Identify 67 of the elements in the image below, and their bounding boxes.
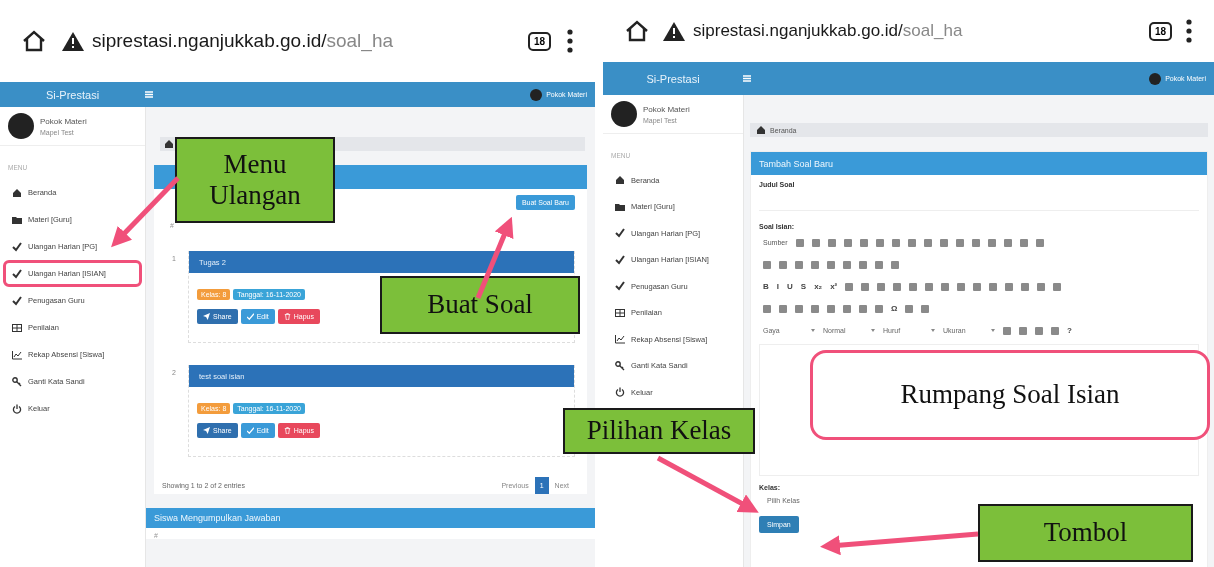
home-icon[interactable] <box>22 30 46 52</box>
more-options-icon[interactable] <box>1186 19 1192 43</box>
annotation-label: Pilihan Kelas <box>563 408 755 454</box>
editor-area[interactable] <box>759 344 1199 476</box>
check-icon <box>615 254 625 265</box>
house-icon <box>12 187 22 198</box>
user-name: Pokok Materi <box>40 116 87 126</box>
dropdown-caret-icon <box>871 329 875 332</box>
warning-icon <box>62 31 84 51</box>
folder-icon <box>615 201 625 212</box>
annotation-label: Tombol <box>978 504 1193 562</box>
toolbar-button[interactable]: x² <box>830 282 838 291</box>
power-icon <box>12 403 22 414</box>
check-icon <box>12 241 22 252</box>
dropdown-caret-icon <box>931 329 935 332</box>
app-brand: Si-Prestasi <box>45 88 100 101</box>
check-icon <box>615 281 625 292</box>
check-icon <box>12 268 22 279</box>
pointer-arrow <box>111 176 180 248</box>
menu-icon[interactable] <box>743 75 751 82</box>
table-icon <box>615 307 625 318</box>
url-text[interactable]: siprestasi.nganjukkab.go.id/soal_ha <box>693 21 963 41</box>
tab-count-button[interactable]: 18 <box>527 31 551 51</box>
trash-icon <box>283 427 291 434</box>
line-chart-icon <box>12 349 22 360</box>
line-chart-icon <box>615 334 625 345</box>
url-text[interactable]: siprestasi.nganjukkab.go.id/soal_ha <box>92 30 394 52</box>
table-icon <box>12 322 22 333</box>
annotation-label: Buat Soal <box>380 276 580 334</box>
warning-icon <box>663 21 685 41</box>
house-icon <box>164 139 174 149</box>
app-brand: Si-Prestasi <box>646 72 700 85</box>
toolbar-button[interactable]: ? <box>1067 326 1072 335</box>
check-icon <box>12 295 22 306</box>
send-icon <box>203 427 210 434</box>
avatar <box>1149 72 1162 85</box>
toolbar-button[interactable]: B <box>763 282 769 291</box>
toolbar-button[interactable]: x₂ <box>814 282 823 291</box>
menu-icon[interactable] <box>145 91 153 98</box>
avatar <box>8 113 34 139</box>
tab-count-button[interactable]: 18 <box>1148 21 1172 41</box>
key-icon <box>615 360 625 371</box>
check-icon <box>615 228 625 239</box>
dropdown-caret-icon <box>991 329 995 332</box>
check-icon <box>246 427 254 434</box>
more-options-icon[interactable] <box>567 29 573 53</box>
section-header: Siswa Mengumpulkan Jawaban <box>146 508 595 528</box>
key-icon <box>12 376 22 387</box>
annotation-box: Rumpang Soal Isian <box>810 350 1210 440</box>
dropdown-caret-icon <box>811 329 815 332</box>
toolbar-button[interactable]: Ω <box>891 304 898 313</box>
toolbar-button[interactable]: U <box>787 282 793 291</box>
home-icon[interactable] <box>625 20 649 42</box>
user-name: Pokok Materi <box>643 104 690 114</box>
trash-icon <box>283 313 291 320</box>
toolbar-button[interactable]: S <box>800 282 807 291</box>
house-icon <box>615 175 625 186</box>
toolbar-button[interactable]: I <box>776 282 779 291</box>
send-icon <box>203 313 210 320</box>
avatar <box>530 88 543 101</box>
check-icon <box>246 313 254 320</box>
house-icon <box>756 125 766 135</box>
power-icon <box>615 387 625 398</box>
annotation-label: Menu Ulangan <box>175 137 335 223</box>
folder-icon <box>12 214 22 225</box>
avatar <box>611 101 637 127</box>
panel-header: Tambah Soal Baru <box>751 152 1207 175</box>
